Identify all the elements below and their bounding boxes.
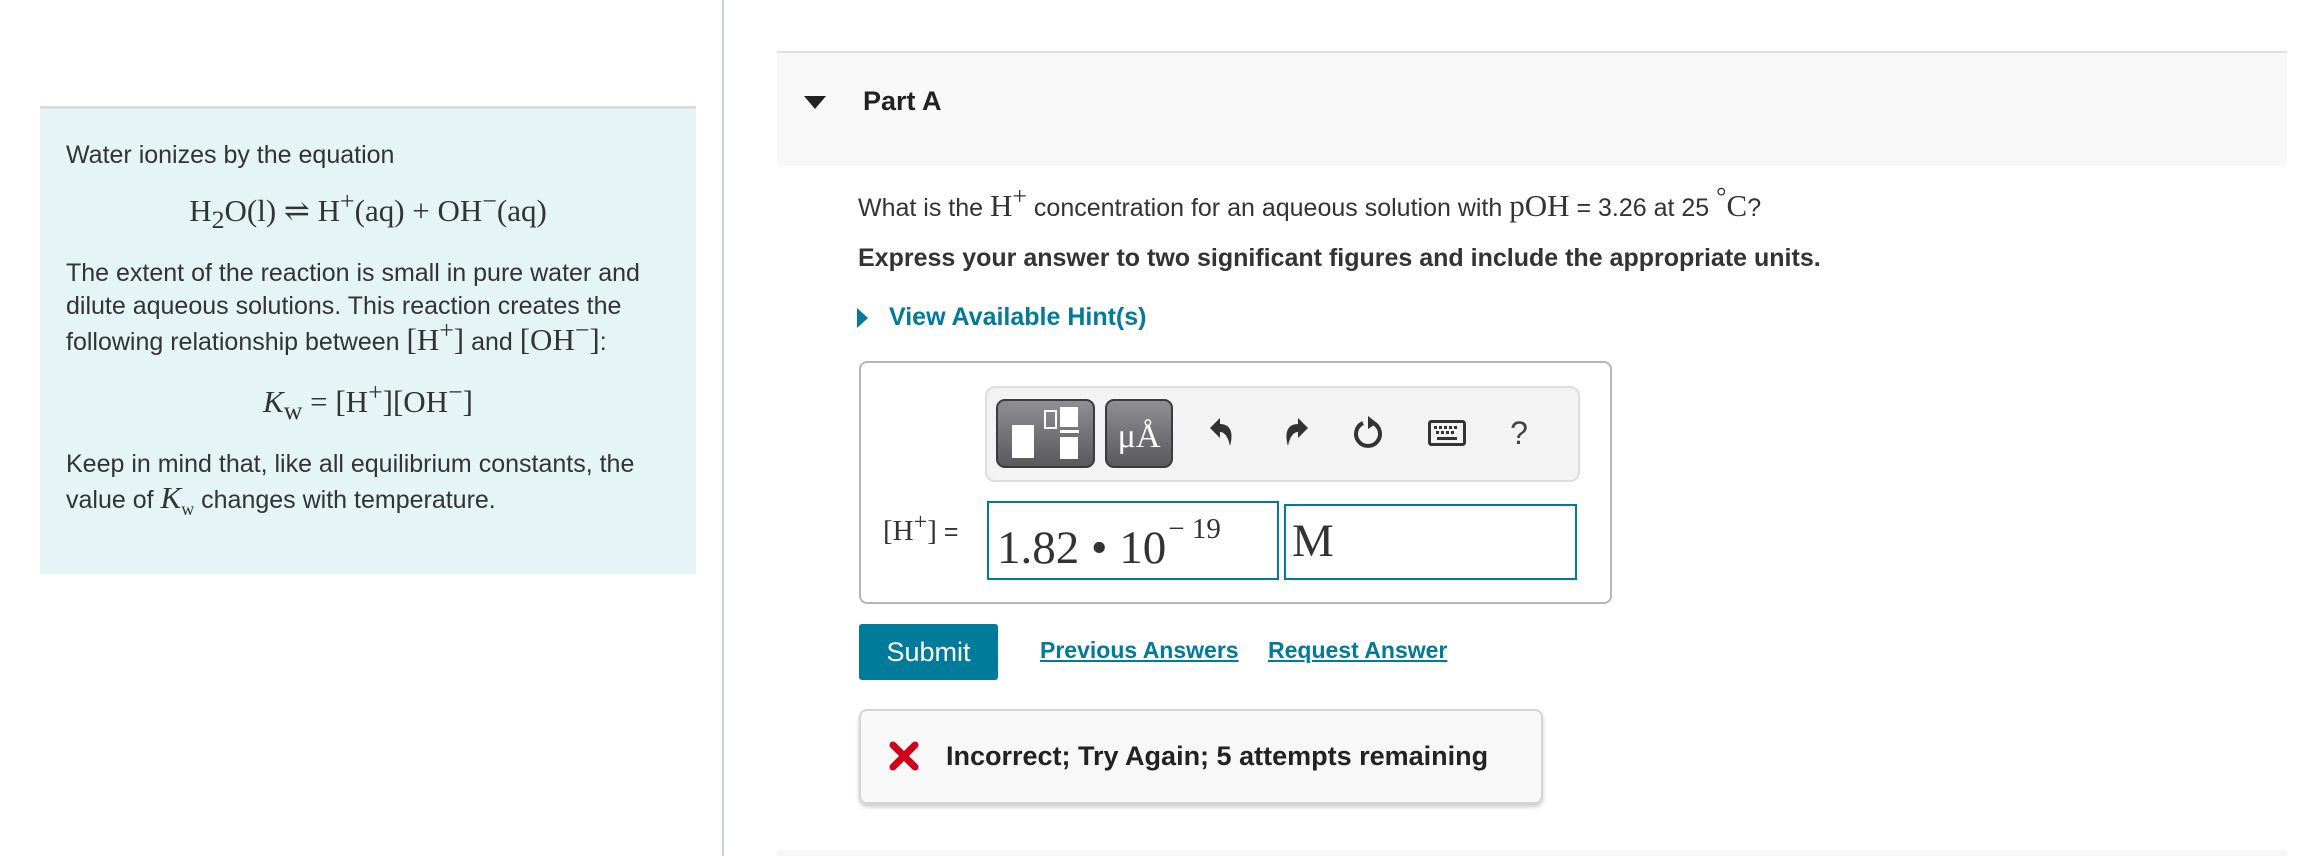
answer-label-h: [H+] xyxy=(883,510,937,547)
eq-aq1: (aq) xyxy=(354,193,405,228)
kw-sub: w xyxy=(283,396,303,426)
kw-equation: Kw = [H+][OH−] xyxy=(66,379,670,423)
value-base: 10 xyxy=(1119,522,1167,574)
answer-box: μÅ ? [H+] = 1.82 • 10− 19 M xyxy=(859,361,1612,604)
redo-button[interactable] xyxy=(1275,410,1319,456)
incorrect-x-icon xyxy=(889,741,919,771)
reset-icon xyxy=(1354,416,1382,448)
ionization-equation: H2O(l) ⇌ H+(aq) + OH−(aq) xyxy=(66,188,670,232)
value-multiply-dot: • xyxy=(1079,522,1120,574)
kw-inline-sub: w xyxy=(181,499,195,520)
and-text: and xyxy=(464,328,520,356)
eq-oh-charge: − xyxy=(482,186,497,216)
eq-oh-ion: OH xyxy=(437,193,483,228)
collapse-triangle-icon[interactable] xyxy=(804,96,826,109)
panel-divider xyxy=(722,0,724,856)
question-b: concentration for an aqueous solution wi… xyxy=(1026,194,1510,222)
question-poh: pOH xyxy=(1509,188,1570,223)
templates-button[interactable] xyxy=(996,399,1095,468)
kw-oh-charge: − xyxy=(448,377,463,407)
kw-k: K xyxy=(263,384,284,419)
help-button[interactable]: ? xyxy=(1497,410,1541,456)
oh-ion-charge: − xyxy=(574,315,590,345)
feedback-text: Incorrect; Try Again; 5 attempts remaini… xyxy=(946,741,1489,771)
question-c: = 3.26 at 25 xyxy=(1569,194,1717,222)
eq-h: H xyxy=(189,193,212,228)
math-toolbar: μÅ ? xyxy=(985,386,1580,482)
view-hints-toggle[interactable]: View Available Hint(s) xyxy=(857,303,1146,332)
question-temp-unit: °C xyxy=(1716,183,1748,223)
oh-ion-bracket: [OH−] xyxy=(519,317,600,357)
expand-triangle-icon xyxy=(857,307,868,328)
answer-label-charge: + xyxy=(913,508,928,536)
answer-label-close: ] xyxy=(927,515,937,547)
oh-ion-text: [OH xyxy=(519,322,575,357)
unit-input[interactable]: M xyxy=(1284,504,1577,580)
relationship-text: The extent of the reaction is small in p… xyxy=(66,257,670,359)
h-ion-text: [H xyxy=(406,322,440,357)
eq-h-ion: H xyxy=(317,193,341,228)
question-a: What is the xyxy=(858,194,990,222)
eq-sub: 2 xyxy=(211,205,225,235)
answer-label-equals: = xyxy=(936,518,959,546)
info-panel: Water ionizes by the equation H2O(l) ⇌ H… xyxy=(40,106,696,574)
kw-inline: Kw xyxy=(160,480,195,518)
temperature-note: Keep in mind that, like all equilibrium … xyxy=(66,448,670,518)
kw-oh: [OH xyxy=(392,384,449,419)
equilibrium-arrow-icon: ⇌ xyxy=(283,193,310,228)
value-mantissa: 1.82 xyxy=(997,522,1080,574)
eq-h-charge: + xyxy=(340,186,355,216)
question-h-ion: H+ xyxy=(990,183,1027,223)
instruction-text: Express your answer to two significant f… xyxy=(858,244,1821,272)
request-answer-link[interactable]: Request Answer xyxy=(1268,637,1447,664)
degree-symbol: ° xyxy=(1716,181,1727,211)
question-text: What is the H+ concentration for an aque… xyxy=(858,183,1762,224)
question-end: ? xyxy=(1747,194,1762,222)
part-a-header[interactable]: Part A xyxy=(777,51,2287,166)
h-ion-charge: + xyxy=(439,315,454,345)
intro-text: Water ionizes by the equation xyxy=(66,141,395,169)
kw-equals: = xyxy=(302,384,336,419)
kw-h: [H xyxy=(335,384,369,419)
eq-o: O(l) xyxy=(224,193,277,228)
celsius-unit: C xyxy=(1726,188,1748,223)
kw-oh-close: ] xyxy=(462,384,473,419)
submit-button[interactable]: Submit xyxy=(859,624,998,680)
oh-ion-close: ] xyxy=(589,322,600,357)
question-h-charge: + xyxy=(1012,181,1027,211)
keyboard-button[interactable] xyxy=(1425,410,1469,456)
temperature-note-b: changes with temperature. xyxy=(194,486,496,514)
answer-label: [H+] = xyxy=(883,510,959,548)
h-ion-close: ] xyxy=(453,322,465,357)
part-title: Part A xyxy=(863,86,942,116)
value-exponent: − 19 xyxy=(1168,513,1221,545)
question-h: H xyxy=(990,188,1013,223)
undo-icon xyxy=(1210,418,1232,446)
hint-label[interactable]: View Available Hint(s) xyxy=(889,303,1146,332)
kw-inline-k: K xyxy=(160,480,182,515)
answer-label-h-text: [H xyxy=(883,515,914,547)
reset-button[interactable] xyxy=(1347,410,1391,456)
value-input[interactable]: 1.82 • 10− 19 xyxy=(987,501,1279,580)
next-part-header-edge xyxy=(777,850,2287,856)
redo-icon xyxy=(1286,418,1308,446)
undo-button[interactable] xyxy=(1199,410,1243,456)
previous-answers-link[interactable]: Previous Answers xyxy=(1040,637,1239,664)
colon-text: : xyxy=(599,328,607,356)
h-ion-bracket: [H+] xyxy=(406,317,465,357)
kw-h-charge: + xyxy=(368,377,383,407)
eq-aq2: (aq) xyxy=(496,193,547,228)
units-button[interactable]: μÅ xyxy=(1105,399,1173,468)
keyboard-icon xyxy=(1428,420,1466,446)
kw-h-close: ] xyxy=(382,384,393,419)
eq-plus: + xyxy=(412,193,430,228)
feedback-message-box: Incorrect; Try Again; 5 attempts remaini… xyxy=(859,709,1543,804)
